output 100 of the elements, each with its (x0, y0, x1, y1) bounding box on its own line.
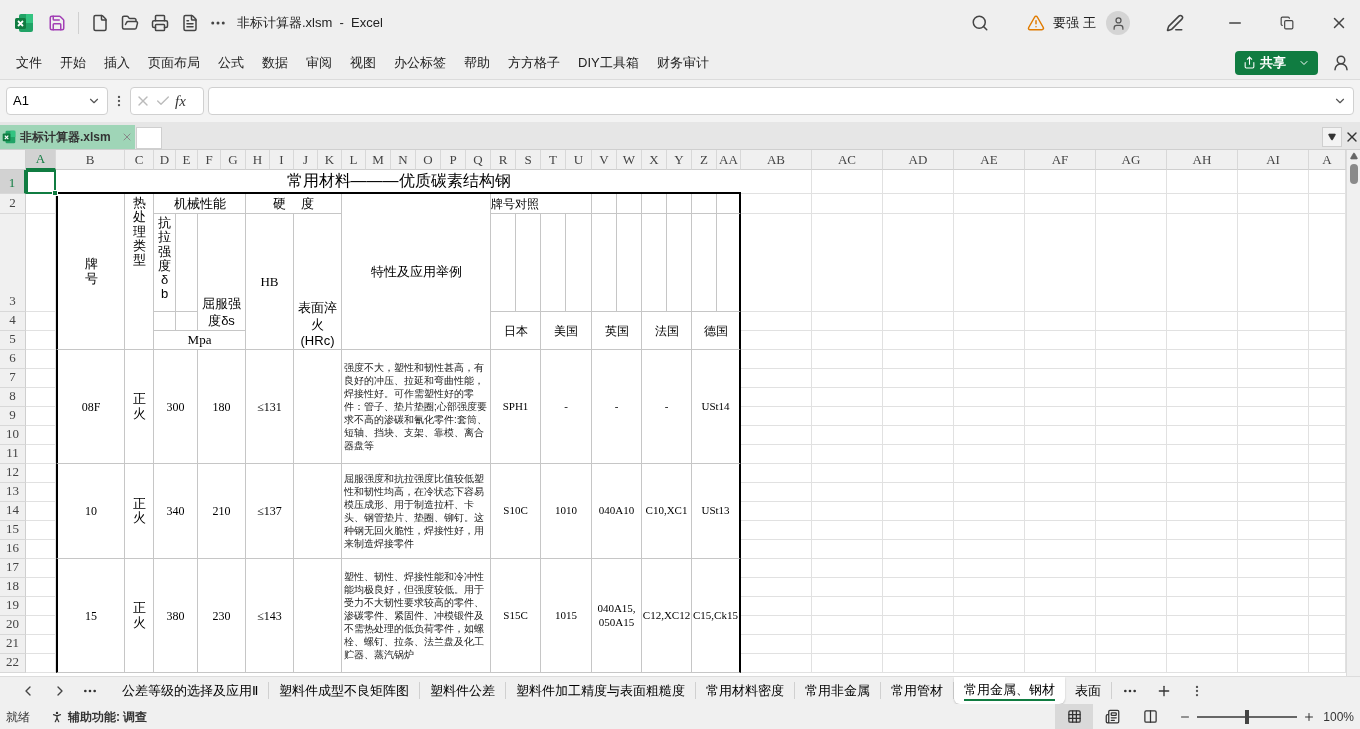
row-header[interactable]: 17 (0, 559, 26, 578)
zoom-slider[interactable] (1197, 709, 1298, 724)
column-header[interactable]: A (1309, 150, 1346, 170)
row-header[interactable]: 20 (0, 616, 26, 635)
column-header[interactable]: B (56, 150, 125, 170)
view-button[interactable] (1055, 704, 1094, 729)
column-header[interactable]: AF (1025, 150, 1096, 170)
accessibility-icon[interactable] (50, 709, 64, 724)
menu-item[interactable]: 审阅 (298, 52, 340, 73)
row-header[interactable]: 9 (0, 407, 26, 426)
row-header[interactable]: 5 (0, 331, 26, 350)
column-header[interactable]: P (441, 150, 466, 170)
row-header[interactable]: 11 (0, 445, 26, 464)
scroll-up-icon[interactable] (1349, 152, 1358, 160)
save-icon[interactable] (48, 14, 66, 32)
column-header[interactable]: O (416, 150, 441, 170)
column-header[interactable]: Z (692, 150, 717, 170)
column-header[interactable]: Q (466, 150, 491, 170)
column-header[interactable]: C (125, 150, 154, 170)
menu-item[interactable]: 公式 (210, 52, 252, 73)
column-header[interactable]: H (246, 150, 270, 170)
sheet-tab[interactable]: 塑料件公差 (420, 682, 506, 699)
accessibility-status[interactable]: 辅助功能: 调查 (68, 707, 148, 726)
column-header[interactable]: G (221, 150, 246, 170)
column-header[interactable]: AD (883, 150, 954, 170)
zoom-in-icon[interactable] (1303, 710, 1316, 723)
row-header[interactable]: 13 (0, 483, 26, 502)
column-header[interactable]: K (318, 150, 342, 170)
column-header[interactable]: X (642, 150, 667, 170)
name-box[interactable]: A1 (6, 87, 108, 115)
person-icon[interactable] (1332, 53, 1350, 72)
row-header[interactable]: 7 (0, 369, 26, 388)
pen-icon[interactable] (1166, 14, 1184, 32)
column-header[interactable]: N (391, 150, 416, 170)
menu-item[interactable]: 办公标签 (386, 52, 454, 73)
row-header[interactable]: 3 (0, 214, 26, 312)
column-header[interactable]: AH (1167, 150, 1238, 170)
menu-item[interactable]: 插入 (96, 52, 138, 73)
sheet-tab[interactable]: 常用材料密度 (696, 682, 795, 699)
menu-item[interactable]: DIY工具箱 (570, 52, 647, 73)
column-header[interactable]: J (294, 150, 318, 170)
vertical-scrollbar[interactable] (1346, 150, 1360, 676)
column-header[interactable]: S (516, 150, 541, 170)
column-header[interactable]: AA (717, 150, 741, 170)
row-header[interactable]: 21 (0, 635, 26, 654)
row-header[interactable]: 18 (0, 578, 26, 597)
column-header[interactable]: I (270, 150, 294, 170)
fill-handle[interactable] (52, 190, 58, 196)
share-button[interactable]: 共享 (1235, 50, 1318, 75)
column-header[interactable]: R (491, 150, 516, 170)
warning-icon[interactable] (1027, 14, 1046, 32)
menu-item[interactable]: 页面布局 (140, 52, 208, 73)
row-header[interactable]: 14 (0, 502, 26, 521)
printer-icon[interactable] (151, 14, 169, 32)
sheet-tab[interactable]: 常用非金属 (795, 682, 881, 699)
sheet-tab[interactable]: 塑料件加工精度与表面粗糙度 (506, 682, 696, 699)
row-header[interactable]: 16 (0, 540, 26, 559)
column-header[interactable]: AB (741, 150, 812, 170)
row-header[interactable]: 4 (0, 312, 26, 331)
row-header[interactable]: 6 (0, 350, 26, 369)
print-preview-icon[interactable] (181, 14, 199, 32)
scroll-thumb[interactable] (1349, 164, 1358, 184)
sheet-tab[interactable]: 塑料件成型不良矩阵图 (269, 682, 420, 699)
column-header[interactable]: V (592, 150, 617, 170)
new-file-icon[interactable] (91, 14, 109, 32)
menu-item[interactable]: 文件 (8, 52, 50, 73)
insert-function-button[interactable]: fx (175, 89, 186, 113)
menu-item[interactable]: 帮助 (456, 52, 498, 73)
row-header[interactable]: 12 (0, 464, 26, 483)
column-header[interactable]: AI (1238, 150, 1309, 170)
column-header[interactable]: E (176, 150, 198, 170)
row-header[interactable]: 19 (0, 597, 26, 616)
zoom-percent[interactable]: 100% (1323, 707, 1354, 726)
row-header[interactable]: 8 (0, 388, 26, 407)
menu-item[interactable]: 财务审计 (648, 52, 717, 73)
column-header[interactable]: D (154, 150, 176, 170)
column-header[interactable]: U (566, 150, 592, 170)
open-folder-icon[interactable] (121, 14, 139, 32)
user-name[interactable]: 要强 王 (1053, 13, 1096, 33)
search-icon[interactable] (971, 14, 990, 32)
row-header[interactable]: 15 (0, 521, 26, 540)
menu-item[interactable]: 数据 (254, 52, 296, 73)
column-header[interactable]: AE (954, 150, 1025, 170)
formula-input[interactable] (208, 87, 1354, 115)
column-header[interactable]: M (366, 150, 391, 170)
column-header[interactable]: Y (667, 150, 692, 170)
column-header[interactable]: F (198, 150, 221, 170)
avatar[interactable] (1106, 11, 1130, 35)
workbook-tab[interactable]: 非标计算器.xlsm (0, 125, 135, 149)
sheet-tab[interactable]: 表面 (1065, 682, 1112, 699)
column-header[interactable]: L (342, 150, 366, 170)
new-tab-button[interactable] (135, 127, 162, 149)
row-header[interactable]: 10 (0, 426, 26, 445)
row-header[interactable]: 1 (0, 170, 26, 194)
row-header[interactable]: 22 (0, 654, 26, 673)
column-header[interactable]: AG (1096, 150, 1167, 170)
menu-item[interactable]: 开始 (52, 52, 94, 73)
menu-item[interactable]: 方方格子 (500, 52, 568, 73)
dropdown-button[interactable] (1322, 127, 1342, 147)
row-header[interactable]: 2 (0, 194, 26, 214)
